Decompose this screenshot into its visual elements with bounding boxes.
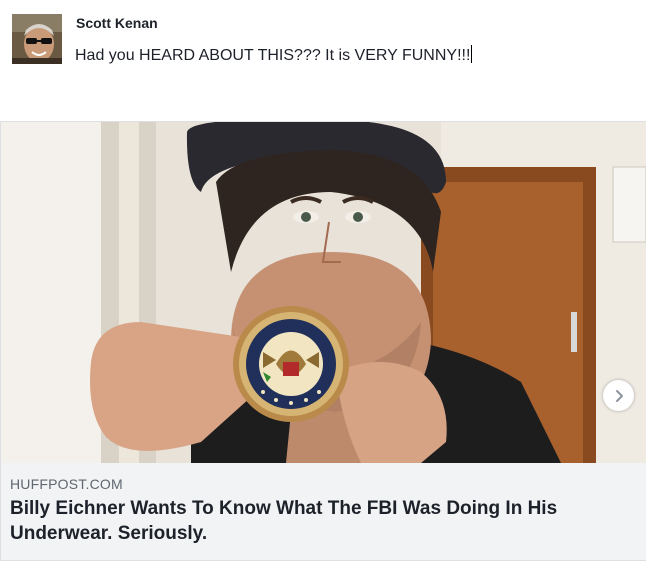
link-domain: HUFFPOST.COM <box>10 476 123 492</box>
link-preview-footer[interactable]: HUFFPOST.COM Billy Eichner Wants To Know… <box>1 463 646 560</box>
post-text-input[interactable]: Had you HEARD ABOUT THIS??? It is VERY F… <box>75 45 473 65</box>
author-name[interactable]: Scott Kenan <box>76 15 158 31</box>
chevron-right-icon <box>615 389 623 402</box>
text-cursor <box>471 45 473 63</box>
link-preview-card[interactable]: HUFFPOST.COM Billy Eichner Wants To Know… <box>0 121 646 561</box>
post-text-value: Had you HEARD ABOUT THIS??? It is VERY F… <box>75 47 471 64</box>
link-preview-image[interactable] <box>1 122 646 463</box>
avatar-photo <box>12 14 62 64</box>
link-headline[interactable]: Billy Eichner Wants To Know What The FBI… <box>10 496 630 546</box>
post-composer: Scott Kenan Had you HEARD ABOUT THIS??? … <box>0 0 647 121</box>
preview-photo <box>1 122 646 463</box>
avatar[interactable] <box>12 14 62 64</box>
next-image-button[interactable] <box>603 380 634 411</box>
